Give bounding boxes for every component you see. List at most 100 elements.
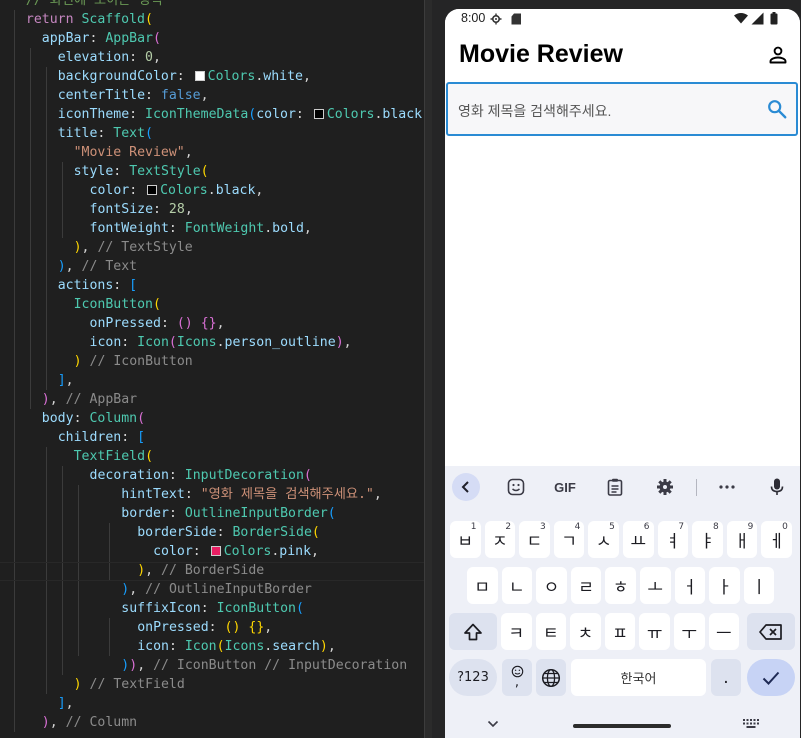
code-token: : xyxy=(208,620,225,635)
key-hint: 0 xyxy=(782,522,788,532)
code-token: : xyxy=(129,107,146,122)
code-line: color: Colors.pink, xyxy=(153,542,319,561)
code-token: border xyxy=(121,506,169,521)
backspace-key[interactable] xyxy=(747,613,795,650)
shift-key[interactable] xyxy=(449,613,497,650)
key[interactable]: ㄹ xyxy=(570,567,602,604)
code-token: : xyxy=(129,50,146,65)
key[interactable]: ㅡ xyxy=(708,613,740,650)
period-key[interactable]: . xyxy=(711,659,741,696)
key[interactable]: ㄱ4 xyxy=(553,521,585,558)
key[interactable]: ㅛ6 xyxy=(623,521,654,558)
emoji-comma-key[interactable]: , xyxy=(502,659,532,696)
code-token: iconTheme xyxy=(57,107,130,122)
key[interactable]: ㅋ xyxy=(501,613,532,650)
person-outline-icon[interactable] xyxy=(766,43,790,67)
key[interactable]: ㅈ2 xyxy=(484,521,516,558)
search-input[interactable]: 영화 제목을 검색해주세요. xyxy=(446,82,798,136)
code-token: BorderSide xyxy=(232,525,312,540)
settings-icon[interactable] xyxy=(651,473,679,501)
key[interactable]: ㅁ xyxy=(467,567,498,604)
key-hint: 4 xyxy=(574,522,581,532)
indent-guide xyxy=(29,48,31,409)
language-key[interactable] xyxy=(536,659,566,696)
key[interactable]: ㅂ1 xyxy=(450,521,481,558)
key[interactable]: ㅓ xyxy=(674,567,706,604)
key[interactable]: ㅌ xyxy=(535,613,567,650)
mic-icon[interactable] xyxy=(763,473,791,501)
code-token: black xyxy=(215,183,256,198)
code-token: Icon xyxy=(184,639,217,654)
code-line: actions: [ xyxy=(58,276,137,295)
code-token: , xyxy=(184,145,193,160)
key-label: ㅓ xyxy=(682,578,698,598)
code-token: "영화 제목을 검색해주세요." xyxy=(200,487,374,502)
code-token: appBar xyxy=(41,31,90,46)
home-handle[interactable] xyxy=(573,724,671,728)
gif-button[interactable]: GIF xyxy=(550,473,580,501)
code-token: // TextStyle xyxy=(97,240,193,255)
code-token: ( xyxy=(152,31,161,46)
code-token: : xyxy=(200,601,217,616)
key[interactable]: ㅍ xyxy=(604,613,636,650)
code-line: onPressed: () {}, xyxy=(90,314,225,333)
key[interactable]: ㅊ xyxy=(570,613,601,650)
key[interactable]: ㅣ xyxy=(743,567,775,604)
key[interactable]: ㅎ xyxy=(605,567,636,604)
enter-key[interactable] xyxy=(747,659,795,696)
key[interactable]: ㅐ9 xyxy=(726,521,758,558)
code-token: icon xyxy=(89,335,122,350)
key-hint: 7 xyxy=(678,522,685,532)
space-key[interactable]: 한국어 xyxy=(571,659,706,696)
battery-icon xyxy=(770,12,778,25)
code-token: "Movie Review" xyxy=(73,145,185,160)
key[interactable]: ㅏ xyxy=(709,567,740,604)
key[interactable]: ㄷ3 xyxy=(519,521,550,558)
clipboard-icon[interactable] xyxy=(601,473,629,501)
symbols-key[interactable]: ?123 xyxy=(449,659,497,696)
code-token: Colors xyxy=(223,544,272,559)
key[interactable]: ㅗ xyxy=(640,567,671,604)
code-line: icon: Icon(Icons.search), xyxy=(137,637,336,656)
more-icon[interactable] xyxy=(713,473,741,501)
code-token: 0 xyxy=(145,50,153,65)
code-line: onPressed: () {}, xyxy=(137,618,272,637)
key-label: ㄹ xyxy=(578,578,594,598)
key[interactable]: ㅇ xyxy=(536,567,567,604)
code-line: appBar: AppBar( xyxy=(42,29,161,48)
code-token: ) xyxy=(57,259,66,274)
soft-keyboard: GIF ㅂ1ㅈ2ㄷ3ㄱ4ㅅ5ㅛ6ㅕ7ㅑ8ㅐ9ㅔ0 ㅁㄴㅇㄹㅎㅗㅓㅏㅣ ㅋ ㅌ ㅊ… xyxy=(445,466,800,738)
code-line: ), // OutlineInputBorder xyxy=(121,580,312,599)
back-icon[interactable] xyxy=(452,473,480,501)
key[interactable]: ㅕ7 xyxy=(657,521,689,558)
code-token: Column xyxy=(89,411,138,426)
code-token: ) xyxy=(335,335,344,350)
code-token: : xyxy=(295,107,312,122)
code-token: white xyxy=(263,69,303,84)
search-icon[interactable] xyxy=(766,98,788,120)
code-token: bold xyxy=(272,221,304,236)
code-editor[interactable]: // 화면에 보이는 영역 return Scaffold(appBar: App… xyxy=(0,0,424,738)
keyboard-switch-icon[interactable] xyxy=(743,719,759,729)
sticker-icon[interactable] xyxy=(502,473,530,501)
code-token: : xyxy=(97,126,114,141)
key[interactable]: ㅜ xyxy=(674,613,705,650)
code-token: , xyxy=(184,202,193,217)
key[interactable]: ㅑ8 xyxy=(692,521,723,558)
key[interactable]: ㄴ xyxy=(501,567,533,604)
key[interactable]: ㅠ xyxy=(639,613,670,650)
code-token: TextStyle xyxy=(129,164,201,179)
code-token: // BorderSide xyxy=(161,563,265,578)
code-token: : xyxy=(184,487,201,502)
key[interactable]: ㅔ0 xyxy=(761,521,792,558)
key-label: ㅌ xyxy=(543,624,559,644)
hide-keyboard-icon[interactable] xyxy=(487,720,499,728)
code-token: ) xyxy=(129,658,138,673)
code-token: ) xyxy=(73,677,82,692)
key[interactable]: ㅅ5 xyxy=(588,521,619,558)
color-swatch xyxy=(313,109,324,119)
code-token: // TextField xyxy=(89,677,185,692)
pane-divider[interactable] xyxy=(424,0,432,738)
